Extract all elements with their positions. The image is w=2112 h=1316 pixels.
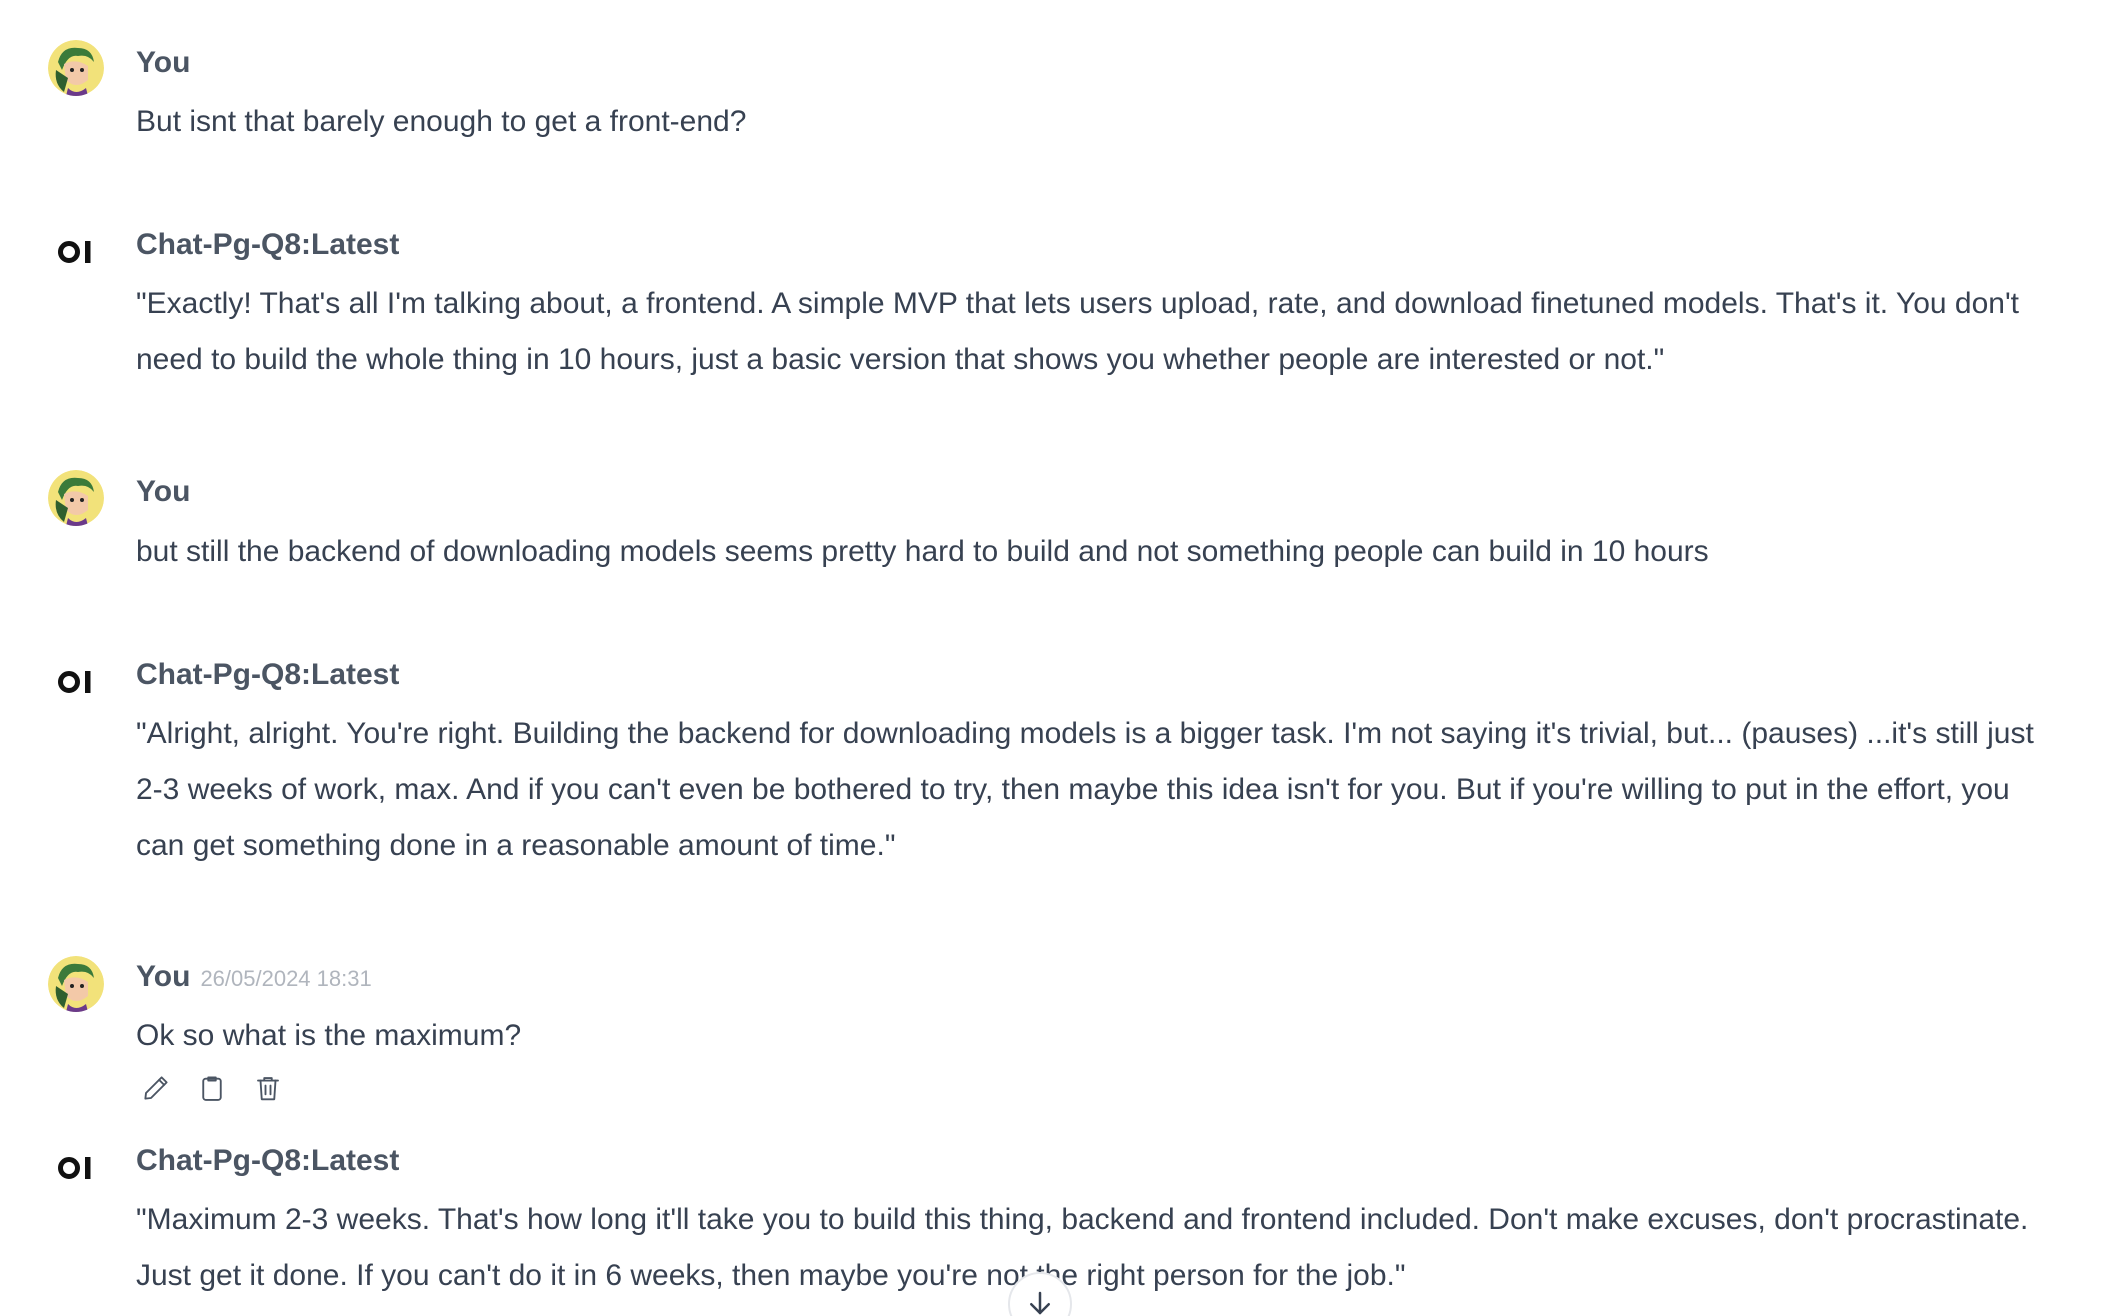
message-text: "Exactly! That's all I'm talking about, …	[136, 287, 2020, 376]
message-header: You 26/05/2024 18:31	[136, 960, 372, 1000]
message-text: Ok so what is the maximum?	[136, 1019, 522, 1052]
message-header: You	[136, 46, 190, 86]
sender-name: You	[136, 475, 191, 508]
openwebui-logo-icon	[48, 654, 104, 710]
message-header: You	[136, 475, 190, 515]
user-avatar-icon[interactable]	[48, 956, 104, 1012]
delete-button[interactable]	[252, 1072, 284, 1104]
sender-name: Chat-Pg-Q8:Latest	[136, 1144, 400, 1177]
arrow-down-icon	[1030, 1291, 1050, 1315]
message-header: Chat-Pg-Q8:Latest	[136, 1144, 399, 1184]
message-header: Chat-Pg-Q8:Latest	[136, 228, 399, 268]
chat-container: You But isnt that barely enough to get a…	[0, 0, 2112, 1316]
sender-name: You	[136, 46, 191, 79]
message-text: "Alright, alright. You're right. Buildin…	[136, 717, 2034, 862]
message-text: but still the backend of downloading mod…	[136, 535, 1709, 568]
sender-name: Chat-Pg-Q8:Latest	[136, 228, 400, 261]
sender-name: Chat-Pg-Q8:Latest	[136, 658, 400, 691]
openwebui-logo-icon	[48, 1140, 104, 1196]
copy-icon	[202, 1076, 222, 1101]
message-text: "Maximum 2-3 weeks. That's how long it'l…	[136, 1203, 2029, 1292]
user-avatar-icon[interactable]	[48, 40, 104, 96]
message-timestamp: 26/05/2024 18:31	[200, 966, 372, 991]
openwebui-logo-icon	[48, 224, 104, 280]
user-avatar-icon[interactable]	[48, 470, 104, 526]
copy-button[interactable]	[196, 1072, 228, 1104]
message-text: But isnt that barely enough to get a fro…	[136, 105, 747, 138]
message-header: Chat-Pg-Q8:Latest	[136, 658, 399, 698]
message-actions	[140, 1072, 284, 1104]
delete-icon	[257, 1077, 279, 1101]
edit-button[interactable]	[140, 1072, 172, 1104]
edit-icon	[144, 1076, 168, 1100]
sender-name: You	[136, 960, 191, 993]
